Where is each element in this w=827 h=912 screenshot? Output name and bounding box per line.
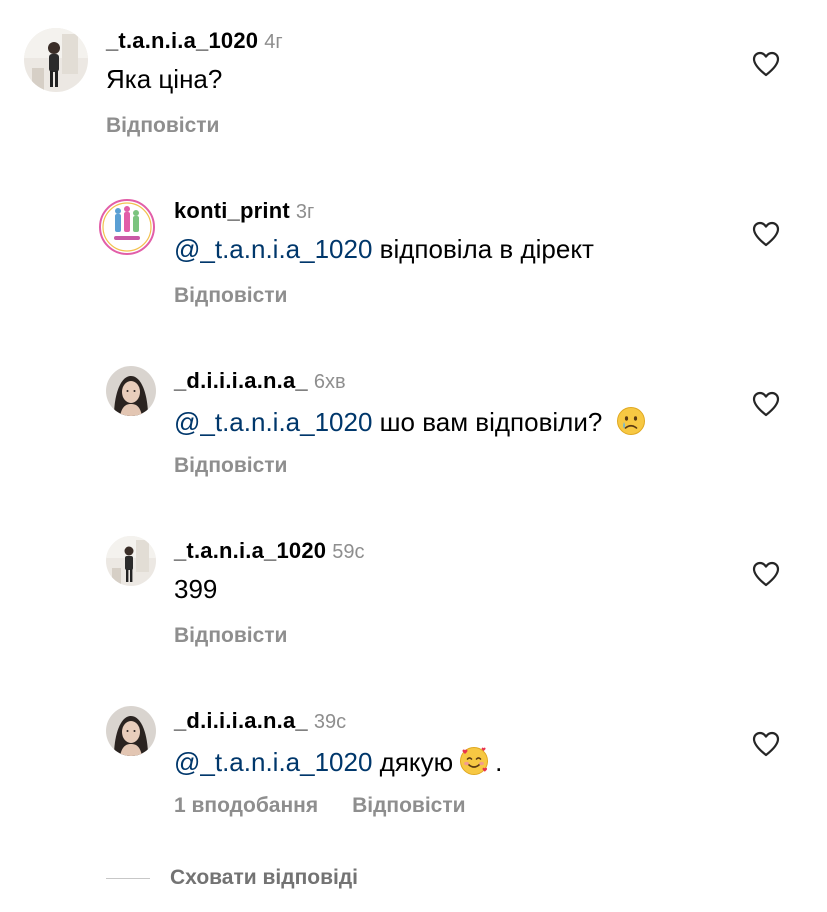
- comment-meta: _d.i.i.i.a.n.a_ 39с: [174, 708, 347, 733]
- reply-1: konti_print 3г @_t.a.n.i.a_1020 відповіла…: [0, 170, 827, 320]
- reply-button[interactable]: Відповісти: [174, 624, 287, 647]
- comment-actions: Відповісти: [174, 285, 287, 306]
- username[interactable]: _t.a.n.i.a_1020: [106, 28, 258, 53]
- avatar-diana[interactable]: [106, 366, 156, 416]
- reply-2: _d.i.i.i.a.n.a_ 6хв @_t.a.n.i.a_1020 шо в…: [0, 340, 827, 490]
- crying-face-emoji: [616, 407, 645, 435]
- mention-link[interactable]: @_t.a.n.i.a_1020: [174, 747, 372, 777]
- mention-link[interactable]: @_t.a.n.i.a_1020: [174, 234, 372, 264]
- avatar-tania[interactable]: [106, 536, 156, 586]
- reply-button[interactable]: Відповісти: [174, 454, 287, 477]
- avatar-konti-print[interactable]: [98, 198, 156, 256]
- heart-outline-icon[interactable]: [752, 221, 780, 247]
- comment-actions: Відповісти: [174, 625, 287, 646]
- comment-body: шо вам відповіли?: [379, 407, 603, 437]
- reply-button[interactable]: Відповісти: [352, 794, 465, 817]
- timestamp: 4г: [264, 31, 283, 53]
- divider-line: [106, 878, 150, 879]
- timestamp: 6хв: [313, 371, 346, 393]
- comment-body: дякую: [379, 747, 454, 777]
- comment-meta: _t.a.n.i.a_1020 59с: [174, 538, 365, 563]
- likes-count-button[interactable]: 1 вподобання: [174, 794, 318, 817]
- comment-text: Яка ціна?: [106, 66, 222, 92]
- hide-replies-button[interactable]: Сховати відповіді: [170, 866, 358, 890]
- comment-actions: Відповісти: [106, 115, 219, 136]
- heart-outline-icon[interactable]: [752, 731, 780, 757]
- avatar-diana[interactable]: [106, 706, 156, 756]
- comment-text: @_t.a.n.i.a_1020 дякую .: [174, 746, 502, 776]
- reply-3: _t.a.n.i.a_1020 59с 399 Відповісти: [0, 510, 827, 660]
- timestamp: 39с: [313, 711, 347, 733]
- comment-0: _t.a.n.i.a_1020 4г Яка ціна? Відповісти: [0, 0, 827, 150]
- comment-meta: konti_print 3г: [174, 198, 315, 223]
- comment-actions: Відповісти: [174, 455, 287, 476]
- heart-outline-icon[interactable]: [752, 561, 780, 587]
- timestamp: 3г: [295, 201, 315, 223]
- smiling-face-with-hearts-emoji: [460, 747, 489, 775]
- username[interactable]: konti_print: [174, 198, 290, 223]
- comment-meta: _t.a.n.i.a_1020 4г: [106, 28, 283, 53]
- comment-meta: _d.i.i.i.a.n.a_ 6хв: [174, 368, 346, 393]
- comment-text: 399: [174, 576, 217, 602]
- comment-text: @_t.a.n.i.a_1020 відповіла в дірект: [174, 236, 594, 262]
- comment-body: Яка ціна?: [106, 64, 223, 94]
- comment-suffix: .: [495, 747, 503, 777]
- reply-4: _d.i.i.i.a.n.a_ 39с @_t.a.n.i.a_1020 дяку…: [0, 680, 827, 830]
- heart-outline-icon[interactable]: [752, 391, 780, 417]
- timestamp: 59с: [332, 541, 365, 563]
- comment-body: відповіла в дірект: [379, 234, 594, 264]
- heart-outline-icon[interactable]: [752, 51, 780, 77]
- reply-button[interactable]: Відповісти: [174, 284, 287, 307]
- username[interactable]: _t.a.n.i.a_1020: [174, 538, 326, 563]
- reply-button[interactable]: Відповісти: [106, 114, 219, 137]
- comment-text: @_t.a.n.i.a_1020 шо вам відповіли?: [174, 406, 646, 436]
- comment-actions: 1 вподобання Відповісти: [174, 795, 466, 816]
- comment-body: 399: [174, 574, 218, 604]
- avatar-tania[interactable]: [24, 28, 88, 92]
- mention-link[interactable]: @_t.a.n.i.a_1020: [174, 407, 372, 437]
- username[interactable]: _d.i.i.i.a.n.a_: [174, 368, 308, 393]
- username[interactable]: _d.i.i.i.a.n.a_: [174, 708, 308, 733]
